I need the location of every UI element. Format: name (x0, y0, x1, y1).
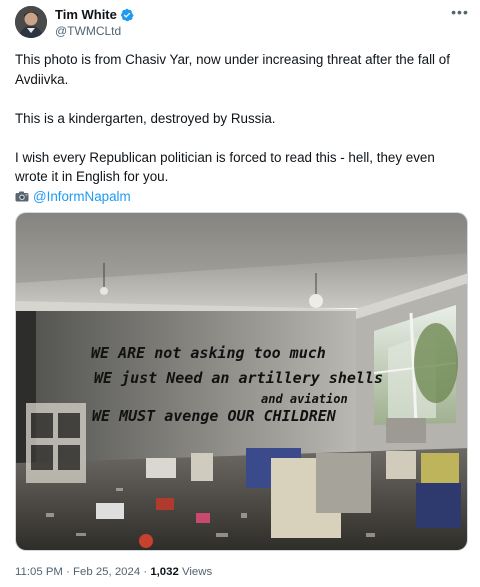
tweet-line-3: I wish every Republican politician is fo… (15, 149, 435, 185)
author-name-text[interactable]: Tim White (55, 7, 117, 22)
tweet-time[interactable]: 11:05 PM (15, 566, 63, 578)
tweet-text: This photo is from Chasiv Yar, now under… (15, 50, 470, 206)
tweet-date[interactable]: Feb 25, 2024 (73, 566, 140, 578)
author-name[interactable]: Tim White (55, 7, 134, 22)
author-handle[interactable]: @TWMCLtd (55, 24, 121, 38)
graffiti-line-1: WE ARE not asking too much (91, 344, 326, 362)
tweet-photo[interactable]: WE ARE not asking too much WE just Need … (15, 212, 468, 551)
views-label: Views (182, 566, 213, 578)
views-count[interactable]: 1,032 (150, 566, 179, 578)
tweet-meta: 11:05 PM · Feb 25, 2024 · 1,032 Views (15, 566, 212, 578)
camera-icon (15, 191, 29, 201)
tweet: Tim White @TWMCLtd ••• This photo is fro… (0, 0, 480, 587)
kindergarten-photo: WE ARE not asking too much WE just Need … (16, 213, 467, 550)
graffiti-line-3: and aviation (261, 392, 348, 406)
meta-separator-2: · (140, 566, 151, 578)
author-avatar[interactable] (15, 6, 47, 38)
mention-link[interactable]: @InformNapalm (33, 189, 131, 204)
verified-badge-icon (120, 8, 134, 21)
more-options-icon[interactable]: ••• (449, 3, 471, 21)
graffiti-line-4: WE MUST avenge OUR CHILDREN (92, 407, 337, 425)
meta-separator: · (62, 566, 74, 578)
tweet-line-1: This photo is from Chasiv Yar, now under… (15, 52, 450, 87)
tweet-line-2: This is a kindergarten, destroyed by Rus… (15, 110, 276, 126)
tweet-credit-line: @InformNapalm (15, 187, 470, 207)
graffiti-line-2: WE just Need an artillery shells (94, 369, 383, 387)
